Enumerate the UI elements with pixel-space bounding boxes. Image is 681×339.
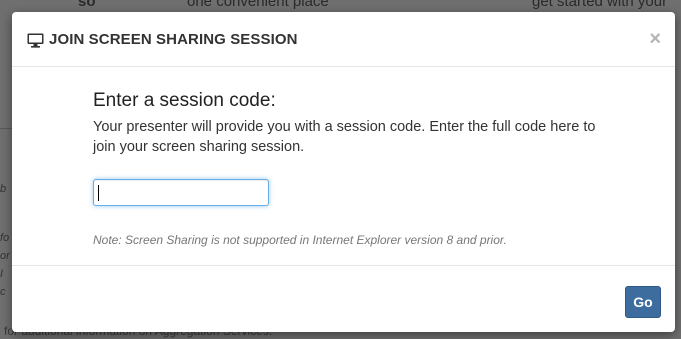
background-text-fragment: I (0, 268, 4, 280)
dialog-footer: Go (12, 265, 675, 332)
browser-support-note: Note: Screen Sharing is not supported in… (93, 233, 507, 247)
background-text: get started with your (532, 0, 668, 10)
background-text: so (78, 0, 96, 10)
session-code-description: Your presenter will provide you with a s… (93, 119, 596, 155)
background-text-fragment: c (0, 286, 6, 298)
background-text-fragment: b (0, 183, 7, 195)
session-code-heading: Enter a session code: (93, 90, 276, 111)
dialog-title: JOIN SCREEN SHARING SESSION (49, 31, 298, 48)
text-caret (98, 185, 99, 201)
join-screen-sharing-dialog: JOIN SCREEN SHARING SESSION × Enter a se… (12, 12, 675, 332)
close-button[interactable]: × (649, 29, 661, 49)
background-text-fragment: or (0, 250, 10, 262)
go-button[interactable]: Go (625, 286, 661, 318)
monitor-icon (27, 33, 44, 48)
background-divider (0, 128, 12, 129)
session-code-input[interactable] (93, 179, 269, 206)
background-text: one convenient place (187, 0, 329, 10)
background-text-fragment: fo (0, 232, 10, 244)
dialog-body: Enter a session code: Your presenter wil… (12, 67, 675, 265)
dialog-header: JOIN SCREEN SHARING SESSION × (12, 12, 675, 67)
